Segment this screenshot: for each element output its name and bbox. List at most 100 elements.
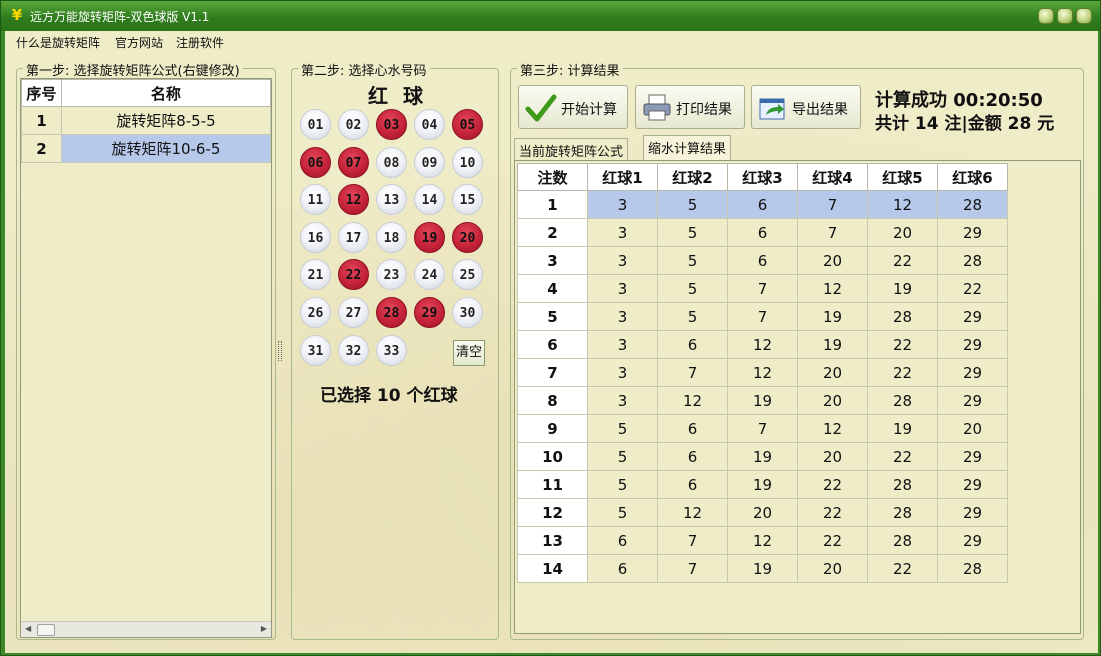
ball-cell: 12 — [657, 386, 728, 415]
row-number-cell: 5 — [517, 302, 588, 331]
red-ball-15[interactable]: 15 — [452, 184, 483, 216]
start-calc-button[interactable]: 开始计算 — [518, 85, 628, 129]
ball-cell: 5 — [587, 470, 658, 499]
menu-official-site[interactable]: 官方网站 — [115, 34, 163, 51]
column-header[interactable]: 红球2 — [657, 163, 728, 191]
ball-cell: 7 — [657, 526, 728, 555]
ball-cell: 19 — [727, 386, 798, 415]
red-ball-28[interactable]: 28 — [376, 297, 407, 328]
ball-cell: 22 — [797, 498, 868, 527]
column-header[interactable]: 红球6 — [937, 163, 1008, 191]
red-ball-27[interactable]: 27 — [338, 297, 369, 328]
red-ball-06[interactable]: 06 — [300, 146, 331, 178]
red-ball-04[interactable]: 04 — [414, 109, 445, 140]
scroll-left-icon[interactable]: ◀ — [25, 624, 31, 633]
table-row[interactable]: 4 3 5 7 12 19 22 — [517, 274, 1008, 303]
table-row[interactable]: 12 5 12 20 22 28 29 — [517, 498, 1008, 527]
table-row[interactable]: 14 6 7 19 20 22 28 — [517, 554, 1008, 583]
ball-cell: 3 — [587, 246, 658, 275]
scroll-thumb[interactable] — [37, 624, 55, 636]
column-header[interactable]: 红球5 — [867, 163, 938, 191]
red-ball-02[interactable]: 02 — [338, 109, 369, 140]
red-ball-26[interactable]: 26 — [300, 297, 331, 328]
red-ball-19[interactable]: 19 — [414, 221, 445, 253]
maximize-button[interactable] — [1057, 8, 1073, 24]
table-row[interactable]: 13 6 7 12 22 28 29 — [517, 526, 1008, 555]
ball-cell: 22 — [797, 470, 868, 499]
table-row[interactable]: 6 3 6 12 19 22 29 — [517, 330, 1008, 359]
ball-cell: 3 — [587, 330, 658, 359]
print-button[interactable]: 打印结果 — [635, 85, 745, 129]
red-ball-13[interactable]: 13 — [376, 184, 407, 216]
red-ball-11[interactable]: 11 — [300, 184, 331, 216]
column-header[interactable]: 注数 — [517, 163, 588, 191]
ball-cell: 20 — [867, 218, 938, 247]
ball-cell: 3 — [587, 218, 658, 247]
table-row[interactable]: 1 3 5 6 7 12 28 — [517, 190, 1008, 219]
column-header[interactable]: 红球4 — [797, 163, 868, 191]
red-ball-12[interactable]: 12 — [338, 184, 369, 216]
red-ball-32[interactable]: 32 — [338, 334, 369, 366]
table-row[interactable]: 3 3 5 6 20 22 28 — [517, 246, 1008, 275]
ball-cell: 29 — [937, 442, 1008, 471]
tab-result[interactable]: 缩水计算结果 — [643, 135, 732, 160]
table-row[interactable]: 5 3 5 7 19 28 29 — [517, 302, 1008, 331]
red-ball-14[interactable]: 14 — [414, 184, 445, 216]
red-ball-18[interactable]: 18 — [376, 221, 407, 253]
table-row[interactable]: 8 3 12 19 20 28 29 — [517, 386, 1008, 415]
table-row[interactable]: 7 3 7 12 20 22 29 — [517, 358, 1008, 387]
red-ball-30[interactable]: 30 — [452, 297, 483, 328]
row-index: 2 — [21, 134, 62, 163]
ball-cell: 7 — [657, 358, 728, 387]
red-ball-05[interactable]: 05 — [452, 109, 483, 140]
column-header[interactable]: 红球3 — [727, 163, 798, 191]
red-ball-31[interactable]: 31 — [300, 334, 331, 366]
red-ball-07[interactable]: 07 — [338, 146, 369, 178]
scroll-right-icon[interactable]: ▶ — [261, 624, 267, 633]
row-name: 旋转矩阵10-6-5 — [60, 134, 272, 163]
table-row[interactable]: 9 5 6 7 12 19 20 — [517, 414, 1008, 443]
list-item[interactable]: 1 旋转矩阵8-5-5 — [21, 106, 272, 135]
ball-cell: 12 — [727, 330, 798, 359]
app-window: ¥ 远方万能旋转矩阵-双色球版 V1.1 什么是旋转矩阵 官方网站 注册软件 第… — [0, 0, 1101, 656]
export-label: 导出结果 — [792, 102, 848, 118]
row-number-cell: 9 — [517, 414, 588, 443]
splitter-handle[interactable] — [278, 341, 282, 361]
column-header-index[interactable]: 序号 — [21, 79, 62, 107]
selected-count: 已选择 10 个红球 — [320, 386, 458, 406]
minimize-button[interactable] — [1038, 8, 1054, 24]
red-ball-08[interactable]: 08 — [376, 146, 407, 178]
ball-cell: 22 — [937, 274, 1008, 303]
red-ball-10[interactable]: 10 — [452, 146, 483, 178]
red-ball-09[interactable]: 09 — [414, 146, 445, 178]
print-label: 打印结果 — [676, 102, 732, 118]
menu-register[interactable]: 注册软件 — [176, 34, 224, 51]
horizontal-scrollbar[interactable]: ◀ ▶ — [21, 621, 271, 637]
row-number-cell: 2 — [517, 218, 588, 247]
red-ball-01[interactable]: 01 — [300, 109, 331, 140]
close-button[interactable] — [1076, 8, 1092, 24]
ball-cell: 5 — [657, 274, 728, 303]
ball-cell: 6 — [657, 442, 728, 471]
red-ball-16[interactable]: 16 — [300, 221, 331, 253]
table-row[interactable]: 2 3 5 6 7 20 29 — [517, 218, 1008, 247]
red-ball-17[interactable]: 17 — [338, 221, 369, 253]
table-row[interactable]: 10 5 6 19 20 22 29 — [517, 442, 1008, 471]
row-number-cell: 8 — [517, 386, 588, 415]
clear-button[interactable]: 清空 — [453, 340, 485, 366]
red-ball-33[interactable]: 33 — [376, 334, 407, 366]
export-button[interactable]: 导出结果 — [751, 85, 861, 129]
list-item-selected[interactable]: 2 旋转矩阵10-6-5 — [21, 134, 272, 163]
tab-current-formula[interactable]: 当前旋转矩阵公式 — [514, 138, 629, 160]
ball-cell: 22 — [867, 246, 938, 275]
menu-what-is-matrix[interactable]: 什么是旋转矩阵 — [16, 34, 100, 51]
column-header-name[interactable]: 名称 — [60, 79, 272, 107]
ball-cell: 7 — [727, 414, 798, 443]
red-ball-29[interactable]: 29 — [414, 297, 445, 328]
formula-list[interactable]: 序号 名称 1 旋转矩阵8-5-5 2 旋转矩阵10-6-5 ◀ ▶ — [20, 78, 272, 638]
red-ball-20[interactable]: 20 — [452, 221, 483, 253]
red-ball-03[interactable]: 03 — [376, 109, 407, 140]
ball-cell: 28 — [937, 246, 1008, 275]
column-header[interactable]: 红球1 — [587, 163, 658, 191]
table-row[interactable]: 11 5 6 19 22 28 29 — [517, 470, 1008, 499]
